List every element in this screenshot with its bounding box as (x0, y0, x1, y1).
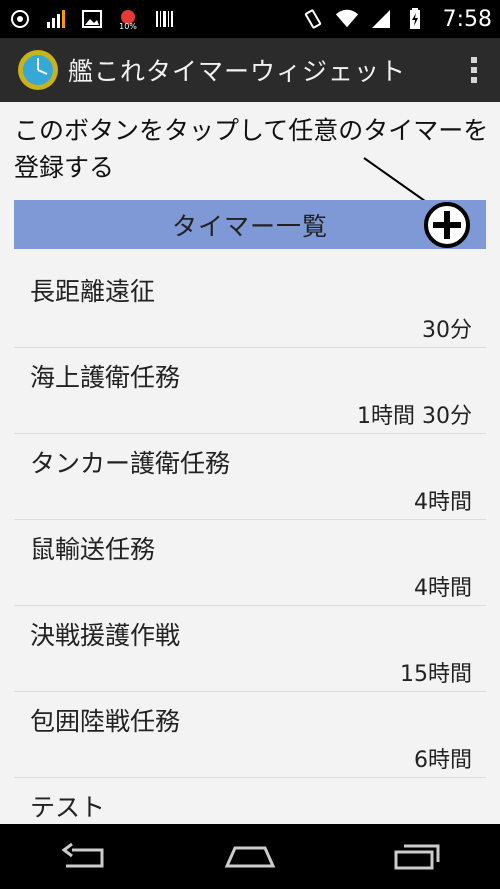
timer-list-header: タイマー一覧 (14, 200, 486, 249)
timer-name: 鼠輸送任務 (30, 535, 156, 564)
timer-list: 長距離遠征 30分 海上護衛任務 1時間 30分 タンカー護衛任務 4時間 鼠輸… (14, 262, 486, 864)
timer-list-item[interactable]: 決戦援護作戦 15時間 (14, 606, 486, 692)
app-title: 艦これタイマーウィジェット (68, 57, 407, 86)
action-bar: 艦これタイマーウィジェット (0, 38, 500, 102)
signal-bars-icon (44, 7, 68, 31)
timer-list-item[interactable]: 長距離遠征 30分 (14, 262, 486, 348)
section-title: タイマー一覧 (171, 211, 328, 241)
overflow-dot (471, 57, 477, 63)
sync-icon (8, 7, 32, 31)
recent-apps-button[interactable] (387, 837, 447, 877)
recent-apps-icon (394, 844, 440, 869)
status-bar: 10% 7:58 (0, 0, 500, 38)
barcode-icon (152, 7, 176, 31)
timer-name: 包囲陸戦任務 (30, 707, 181, 736)
app-clock-icon[interactable] (16, 48, 60, 92)
timer-duration: 4時間 (414, 490, 472, 515)
hint-text: このボタンをタップして任意のタイマーを登録する (14, 116, 489, 182)
timer-duration: 1時間 30分 (357, 404, 472, 429)
home-icon (224, 846, 276, 867)
add-circle-icon (424, 202, 470, 248)
back-icon (61, 842, 104, 867)
home-button[interactable] (220, 837, 280, 877)
vibrate-icon (301, 7, 325, 31)
timer-name: テスト (30, 793, 106, 822)
clock-time: 7:58 (442, 6, 492, 32)
cell-signal-icon (369, 7, 393, 31)
overflow-menu-button[interactable] (462, 50, 486, 90)
timer-duration: 4時間 (414, 576, 472, 601)
timer-list-item[interactable]: タンカー護衛任務 4時間 (14, 434, 486, 520)
timer-list-item[interactable]: 鼠輸送任務 4時間 (14, 520, 486, 606)
add-timer-button[interactable] (422, 200, 472, 250)
timer-name: 決戦援護作戦 (30, 621, 181, 650)
timer-duration: 30分 (422, 318, 472, 343)
timer-duration: 6時間 (414, 748, 472, 773)
battery-charging-icon (403, 7, 427, 31)
overflow-dot (471, 67, 477, 73)
svg-text:10%: 10% (119, 22, 137, 31)
timer-duration: 15時間 (400, 662, 472, 687)
overflow-dot (471, 77, 477, 83)
image-icon (80, 7, 104, 31)
timer-list-item[interactable]: 海上護衛任務 1時間 30分 (14, 348, 486, 434)
timer-list-item[interactable]: 包囲陸戦任務 6時間 (14, 692, 486, 778)
system-nav-bar (0, 824, 500, 889)
battery-alert-icon: 10% (116, 7, 140, 31)
wifi-icon (335, 7, 359, 31)
timer-name: 長距離遠征 (30, 277, 156, 306)
timer-name: 海上護衛任務 (30, 363, 181, 392)
timer-name: タンカー護衛任務 (30, 449, 231, 478)
back-button[interactable] (53, 837, 113, 877)
